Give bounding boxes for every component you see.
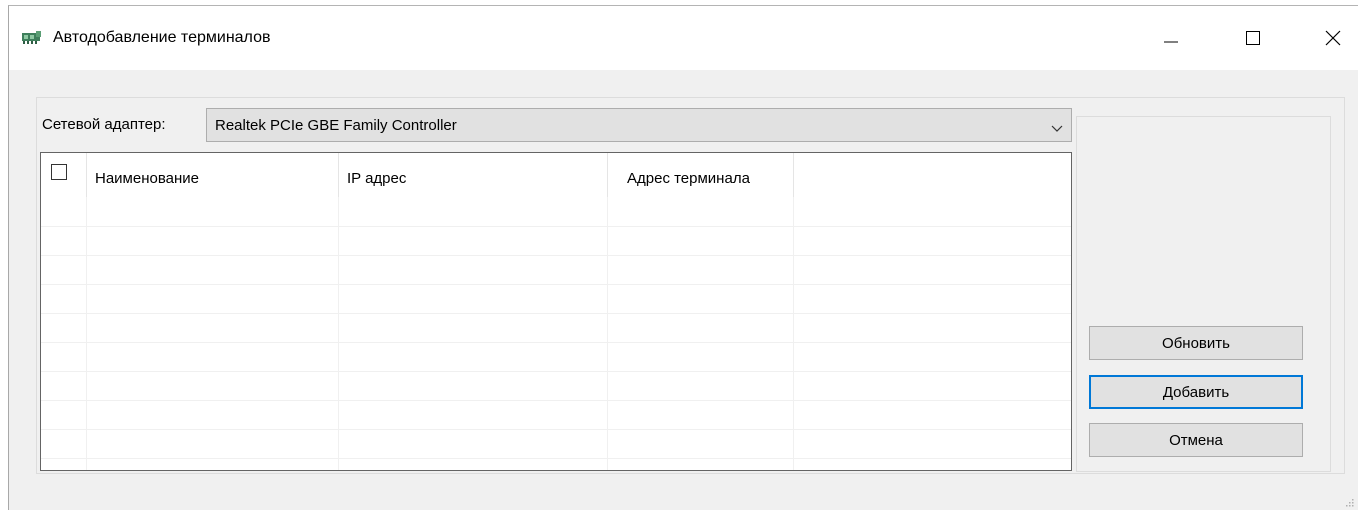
grid-row-line bbox=[41, 371, 1071, 372]
column-header-ip[interactable]: IP адрес bbox=[347, 170, 406, 187]
column-header-name[interactable]: Наименование bbox=[95, 170, 199, 187]
minimize-icon bbox=[1164, 41, 1178, 43]
header-separator bbox=[86, 153, 87, 197]
grid-row-line bbox=[41, 342, 1071, 343]
network-adapter-dropdown[interactable]: Realtek PCIe GBE Family Controller bbox=[206, 108, 1072, 142]
resize-grip-icon[interactable] bbox=[1344, 494, 1354, 507]
cancel-button[interactable]: Отмена bbox=[1089, 423, 1303, 457]
grid-row-line bbox=[41, 226, 1071, 227]
select-all-checkbox[interactable] bbox=[51, 164, 67, 180]
chevron-down-icon bbox=[1051, 120, 1063, 137]
grid-row-line bbox=[41, 313, 1071, 314]
grid-row-line bbox=[41, 400, 1071, 401]
network-adapter-label: Сетевой адаптер: bbox=[42, 116, 166, 133]
buttons-group-frame bbox=[1076, 116, 1331, 472]
refresh-button[interactable]: Обновить bbox=[1089, 326, 1303, 360]
grid-row-line bbox=[41, 284, 1071, 285]
header-separator bbox=[338, 153, 339, 197]
header-separator bbox=[793, 153, 794, 197]
network-adapter-selected: Realtek PCIe GBE Family Controller bbox=[215, 117, 457, 134]
network-card-icon bbox=[21, 29, 43, 45]
grid-row-line bbox=[41, 255, 1071, 256]
header-separator bbox=[607, 153, 608, 197]
grid-column-line bbox=[607, 153, 608, 470]
add-button[interactable]: Добавить bbox=[1089, 375, 1303, 409]
window-title: Автодобавление терминалов bbox=[53, 29, 271, 46]
grid-row-line bbox=[41, 429, 1071, 430]
close-button[interactable] bbox=[1305, 6, 1358, 70]
grid-column-line bbox=[793, 153, 794, 470]
grid-row-line bbox=[41, 458, 1071, 459]
maximize-icon bbox=[1246, 31, 1260, 45]
maximize-button[interactable] bbox=[1225, 6, 1281, 70]
minimize-button[interactable] bbox=[1143, 6, 1199, 70]
terminals-grid[interactable]: Наименование IP адрес Адрес терминала bbox=[40, 152, 1072, 471]
close-icon bbox=[1325, 30, 1341, 46]
grid-column-line bbox=[338, 153, 339, 470]
grid-column-line bbox=[86, 153, 87, 470]
title-bar[interactable]: Автодобавление терминалов bbox=[9, 6, 1358, 70]
column-header-terminal-address[interactable]: Адрес терминала bbox=[627, 170, 750, 187]
autoadd-terminals-dialog: Автодобавление терминалов Сетевой адапте… bbox=[8, 5, 1358, 510]
